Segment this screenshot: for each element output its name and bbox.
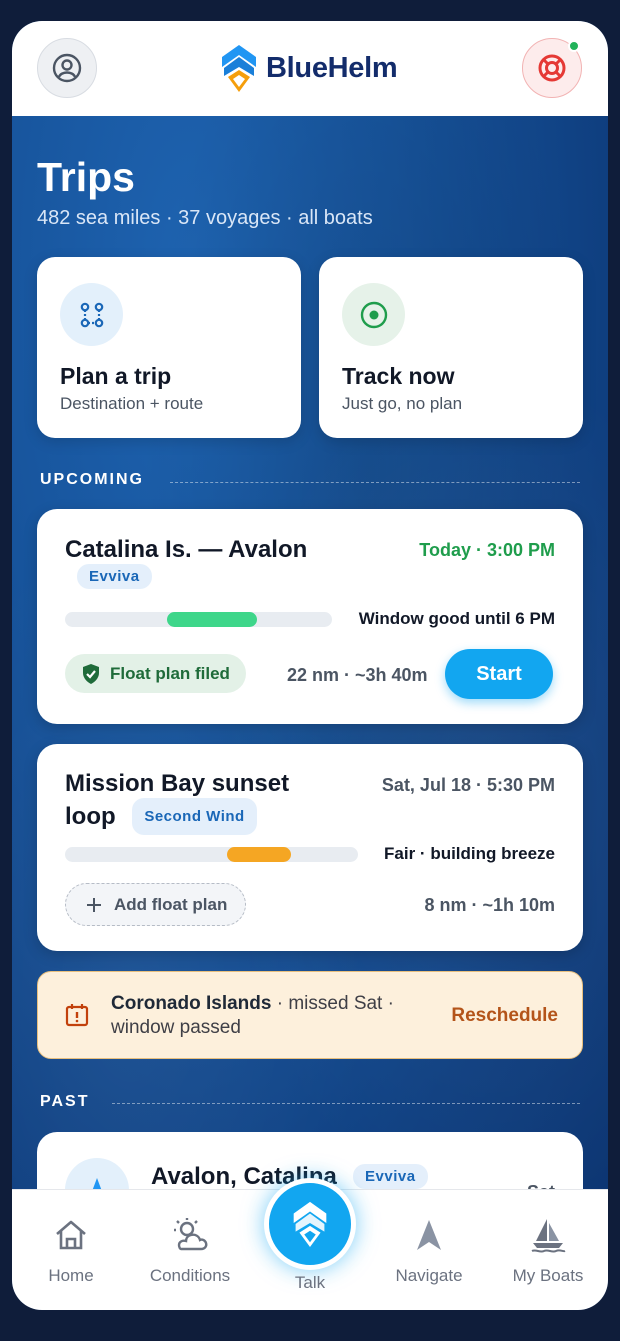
home-icon — [56, 1220, 86, 1250]
weather-window-fill — [227, 847, 291, 862]
tab-conditions[interactable]: Conditions — [135, 1190, 245, 1310]
trip-name-line2: loop — [65, 803, 116, 830]
trip-time: Sat, Jul 18 · 5:30 PM — [381, 775, 555, 795]
trip-name: Catalina Is. — Avalon — [65, 536, 308, 563]
track-now-title: Track now — [342, 363, 455, 389]
weather-window-text: Window good until 6 PM — [358, 609, 555, 628]
trip-name-line1: Mission Bay sunset — [65, 770, 290, 797]
weather-window-bar — [65, 847, 358, 862]
missed-trip-text: Coronado Islands · missed Sat · window p… — [111, 992, 431, 1040]
trip-name: Mission Bay sunset loop Second Wind — [65, 769, 289, 835]
talk-button[interactable] — [264, 1178, 356, 1270]
start-trip-button[interactable]: Start — [445, 649, 553, 699]
missed-trip-place: Coronado Islands — [111, 993, 272, 1014]
trip-card-mission-bay[interactable]: Mission Bay sunset loop Second Wind Sat,… — [37, 744, 583, 951]
tab-label: My Boats — [512, 1266, 584, 1285]
route-icon — [80, 302, 103, 327]
add-float-plan-button[interactable]: Add float plan — [65, 883, 247, 926]
sailboat-icon — [531, 1219, 566, 1253]
tab-label: Navigate — [395, 1266, 463, 1285]
tab-label: Conditions — [149, 1266, 231, 1285]
online-status-dot — [568, 40, 580, 52]
top-bar: BlueHelm — [12, 21, 608, 116]
past-section-label: PAST — [40, 1093, 90, 1110]
trip-distance-duration: 8 nm · ~1h 10m — [424, 895, 555, 915]
route-icon-wrap — [60, 283, 123, 346]
helm-logo-icon — [222, 45, 256, 92]
weather-window-bar — [65, 612, 332, 627]
weather-icon — [174, 1218, 208, 1251]
plan-trip-subtitle: Destination + route — [60, 394, 204, 413]
target-icon — [360, 301, 387, 328]
missed-trip-banner: Coronado Islands · missed Sat · window p… — [37, 971, 583, 1059]
lifebuoy-icon — [538, 54, 566, 82]
trip-time: Today · 3:00 PM — [419, 540, 555, 560]
boat-tag: Second Wind — [132, 798, 257, 835]
shield-check-icon — [83, 663, 99, 684]
app-screen: BlueHelm Trips 482 sea miles · 37 voyage… — [12, 21, 608, 1310]
navigation-arrow-icon — [417, 1220, 441, 1250]
plus-icon — [87, 897, 101, 912]
track-now-card[interactable]: Track now Just go, no plan — [319, 257, 583, 438]
tab-label: Home — [48, 1266, 94, 1285]
past-divider — [112, 1103, 580, 1104]
tab-my-boats[interactable]: My Boats — [493, 1190, 603, 1310]
calendar-alert-icon — [65, 1004, 89, 1027]
brand-logo: BlueHelm — [220, 43, 398, 93]
plan-trip-title: Plan a trip — [60, 363, 172, 389]
target-icon-wrap — [342, 283, 405, 346]
track-now-subtitle: Just go, no plan — [342, 394, 463, 413]
trip-card-catalina[interactable]: Catalina Is. — Avalon Evviva Today · 3:0… — [37, 509, 583, 724]
brand-name: BlueHelm — [266, 51, 398, 84]
float-plan-status: Float plan filed — [65, 654, 246, 693]
tab-navigate[interactable]: Navigate — [374, 1190, 484, 1310]
tab-talk-label: Talk — [294, 1273, 326, 1292]
upcoming-section-label: UPCOMING — [40, 471, 144, 488]
page-title: Trips — [37, 154, 135, 200]
trip-distance-duration: 22 nm · ~3h 40m — [287, 665, 428, 685]
boat-tag: Evviva — [353, 1164, 428, 1189]
page-subtitle: 482 sea miles · 37 voyages · all boats — [37, 207, 373, 229]
boat-tag: Evviva — [77, 564, 152, 589]
plan-trip-card[interactable]: Plan a trip Destination + route — [37, 257, 301, 438]
float-plan-label: Float plan filed — [110, 663, 230, 683]
tab-home[interactable]: Home — [16, 1190, 126, 1310]
user-icon — [52, 53, 82, 83]
weather-window-fill — [167, 612, 257, 627]
reschedule-button[interactable]: Reschedule — [451, 1005, 558, 1027]
add-float-plan-label: Add float plan — [114, 894, 228, 914]
profile-button[interactable] — [37, 38, 97, 98]
helm-logo-icon — [293, 1201, 327, 1248]
upcoming-divider — [170, 482, 580, 483]
weather-window-text: Fair · building breeze — [384, 844, 555, 863]
